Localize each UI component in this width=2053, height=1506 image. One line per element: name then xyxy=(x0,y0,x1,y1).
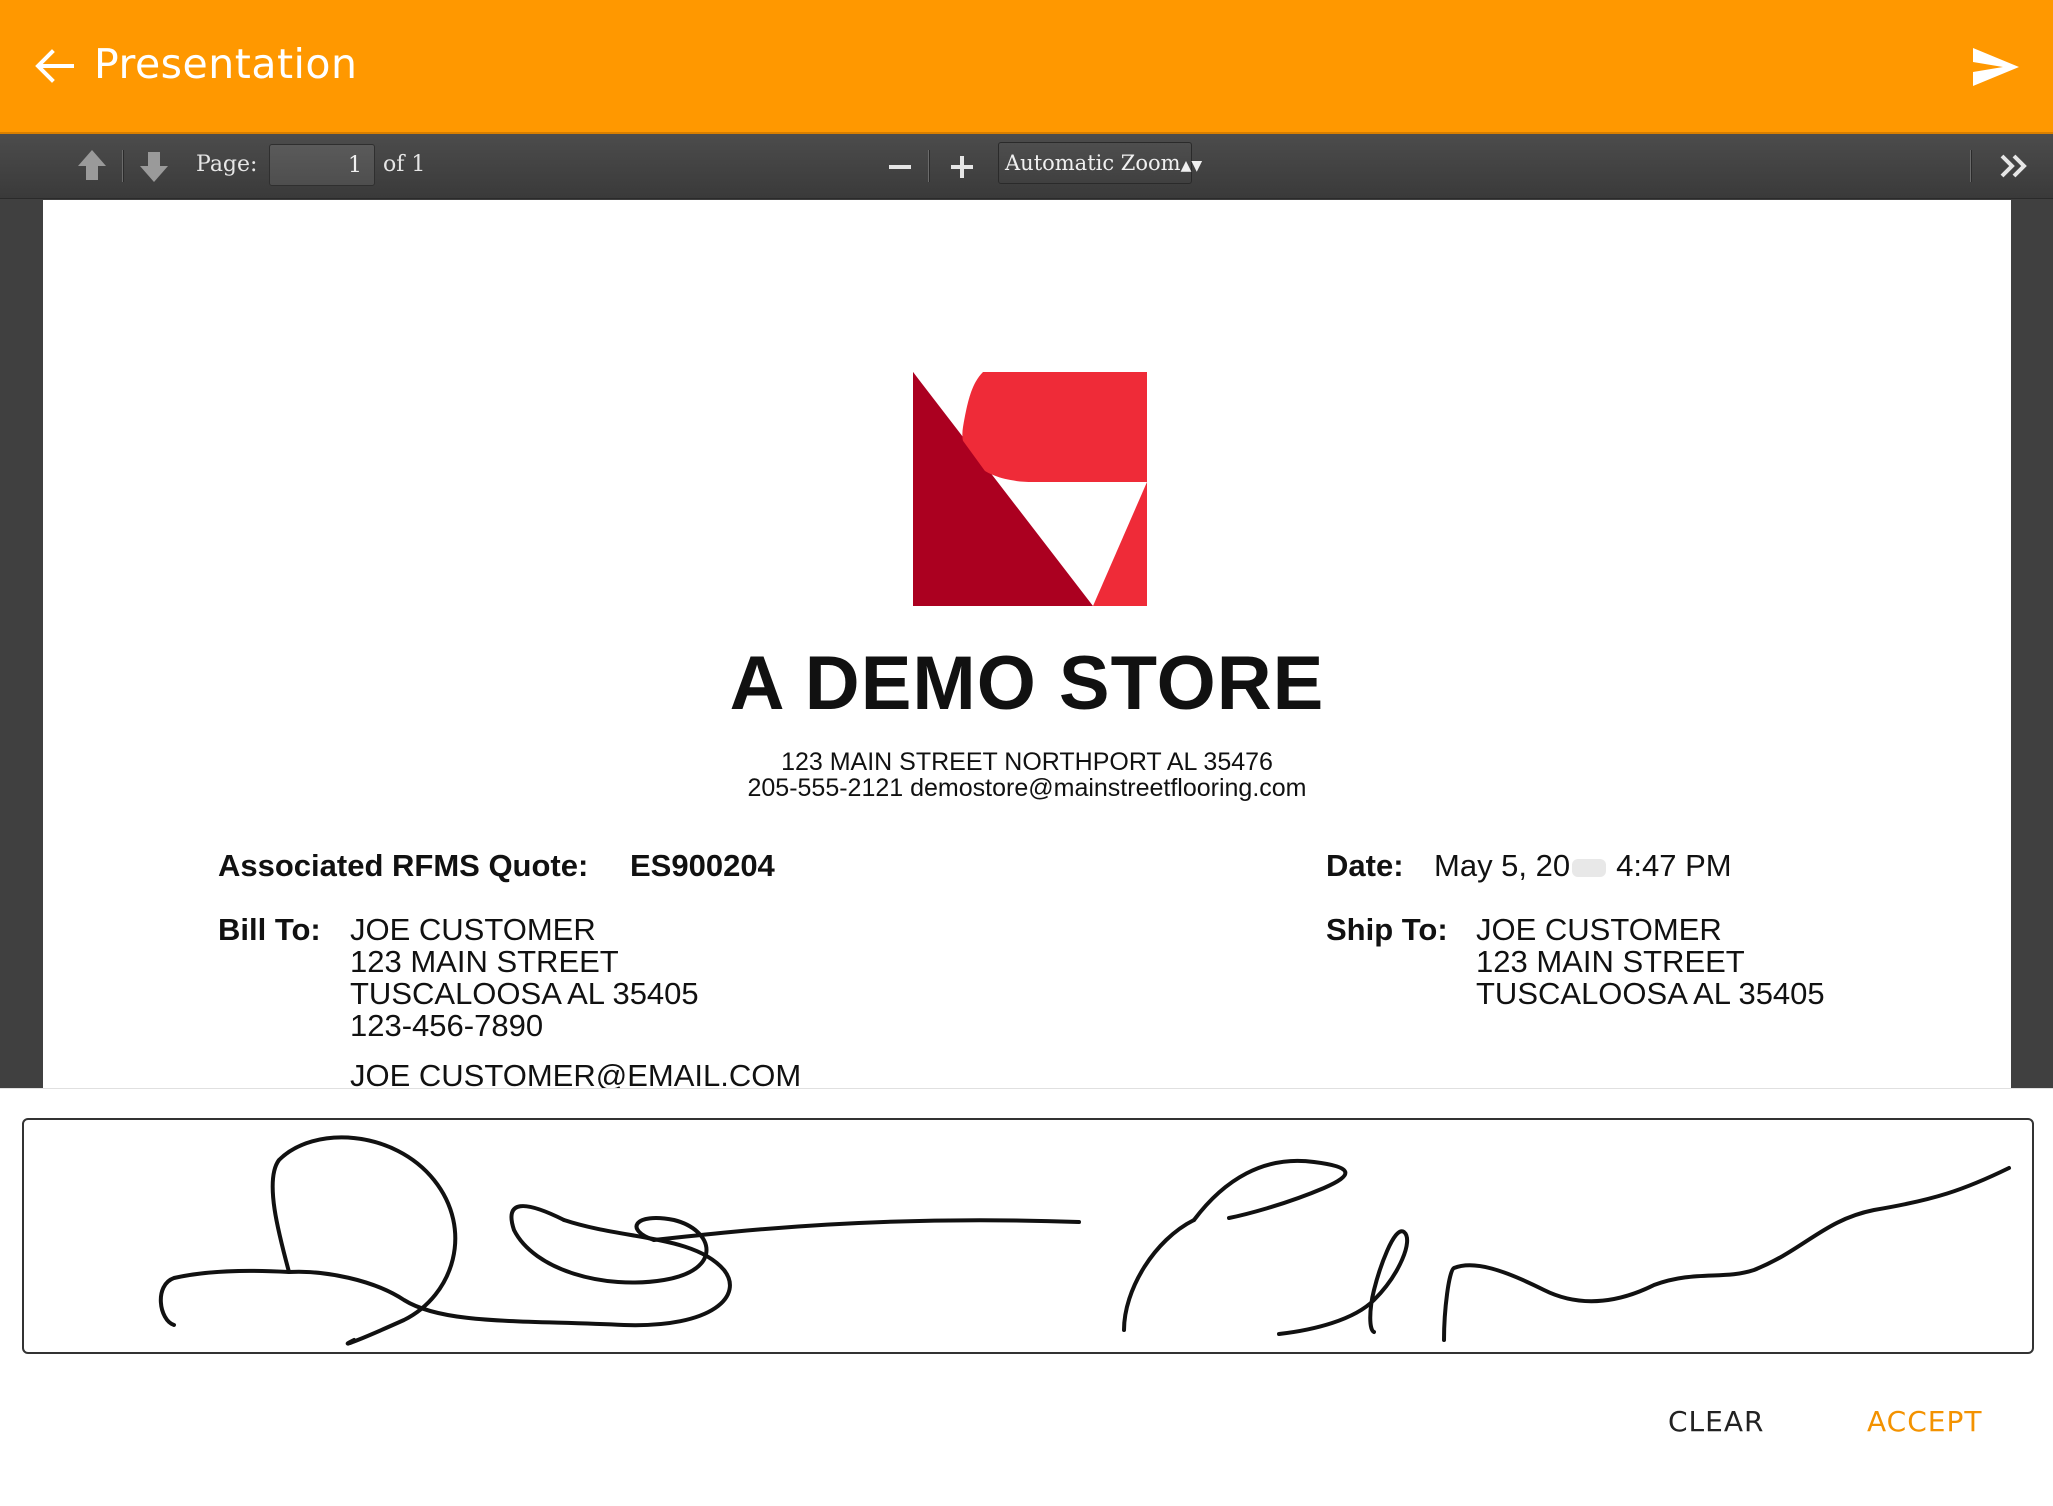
arrow-up-icon xyxy=(78,150,106,180)
zoom-select-value: Automatic Zoom xyxy=(1005,151,1181,175)
date-value: May 5, 20 4:47 PM xyxy=(1434,850,1732,882)
ship-to-line: 123 MAIN STREET xyxy=(1476,944,1745,979)
zoom-out-button[interactable] xyxy=(880,144,920,188)
ship-to-line: TUSCALOOSA AL 35405 xyxy=(1476,976,1825,1011)
send-icon xyxy=(1973,48,2019,86)
page-number-input[interactable] xyxy=(269,144,375,186)
back-button[interactable] xyxy=(30,38,80,94)
zoom-in-icon xyxy=(951,156,973,178)
signature-stroke xyxy=(158,1135,2011,1346)
arrow-back-icon xyxy=(35,49,74,83)
store-name: A DEMO STORE xyxy=(729,641,1325,726)
bill-to-line: 123 MAIN STREET xyxy=(350,944,619,979)
date-text: May 5, 20 xyxy=(1434,848,1571,883)
viewer-toolbar: Page: of 1 Automatic Zoom▲▼ xyxy=(0,134,2053,199)
bill-to-line: TUSCALOOSA AL 35405 xyxy=(350,976,699,1011)
arrow-down-icon xyxy=(140,152,168,182)
store-address: 123 MAIN STREET NORTHPORT AL 35476 xyxy=(781,748,1273,776)
toolbar-separator xyxy=(1970,150,1972,182)
date-label: Date: xyxy=(1326,848,1404,883)
page-label: Page: xyxy=(196,152,258,177)
double-chevron-right-icon xyxy=(2000,154,2027,178)
ship-to-line: JOE CUSTOMER xyxy=(1476,912,1722,947)
send-button[interactable] xyxy=(1969,40,2023,94)
page-total: of 1 xyxy=(383,152,426,177)
pdf-viewer: Page: of 1 Automatic Zoom▲▼ xyxy=(0,134,2053,1088)
zoom-out-icon xyxy=(889,165,911,169)
tools-toggle-button[interactable] xyxy=(1994,144,2034,188)
signature-panel: CLEAR ACCEPT xyxy=(0,1088,2053,1506)
next-page-button[interactable] xyxy=(134,144,174,188)
quote-number: ES900204 xyxy=(630,848,775,883)
accept-button[interactable]: ACCEPT xyxy=(1867,1405,1982,1438)
zoom-in-button[interactable] xyxy=(942,144,982,188)
store-logo xyxy=(913,372,1147,606)
date-redacted xyxy=(1572,858,1607,877)
bill-to-line: JOE CUSTOMER xyxy=(350,912,596,947)
previous-page-button[interactable] xyxy=(72,144,112,188)
bill-to-label: Bill To: xyxy=(218,912,321,947)
store-contact: 205-555-2121 demostore@mainstreetfloorin… xyxy=(747,774,1307,802)
app-bar: Presentation xyxy=(0,0,2053,134)
toolbar-separator xyxy=(122,150,124,182)
quote-label: Associated RFMS Quote: xyxy=(218,848,589,883)
bill-to-line: JOE CUSTOMER@EMAIL.COM xyxy=(350,1058,802,1089)
bill-to-line: 123-456-7890 xyxy=(350,1008,544,1043)
ship-to-address: JOE CUSTOMER 123 MAIN STREET TUSCALOOSA … xyxy=(1476,914,1825,1010)
signature-pad[interactable] xyxy=(22,1118,2034,1354)
zoom-select[interactable]: Automatic Zoom▲▼ xyxy=(998,142,1202,184)
bill-to-address: JOE CUSTOMER 123 MAIN STREET TUSCALOOSA … xyxy=(350,912,802,1089)
app-title: Presentation xyxy=(94,40,358,88)
document-page: A DEMO STORE 123 MAIN STREET NORTHPORT A… xyxy=(43,200,2011,1088)
clear-button[interactable]: CLEAR xyxy=(1668,1405,1764,1438)
select-arrows-icon: ▲▼ xyxy=(1180,158,1203,174)
ship-to-label: Ship To: xyxy=(1326,912,1448,947)
toolbar-separator xyxy=(928,150,930,182)
time-text: 4:47 PM xyxy=(1616,848,1732,883)
